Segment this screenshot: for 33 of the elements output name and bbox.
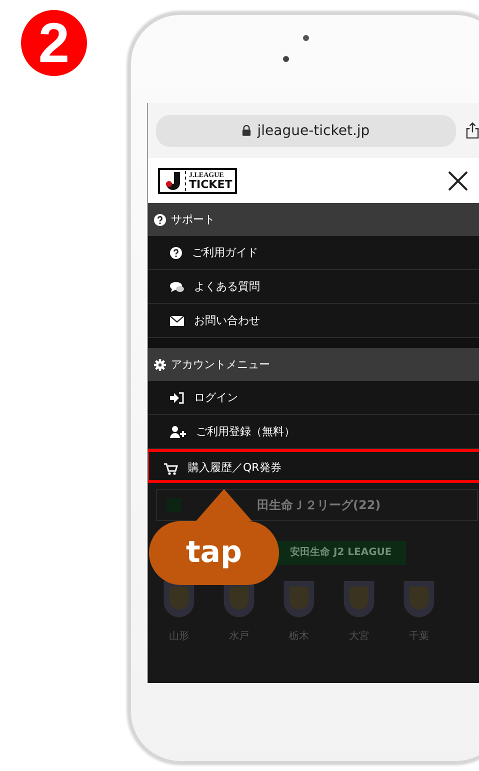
url-text: jleague-ticket.jp <box>257 122 370 138</box>
chat-icon <box>170 280 184 292</box>
logo-bottom-text: TICKET <box>189 178 232 190</box>
menu-item[interactable]: よくある質問 <box>148 270 479 304</box>
step-number-badge: 2 <box>21 10 87 76</box>
share-icon[interactable] <box>466 122 479 139</box>
question-icon <box>170 246 182 258</box>
lock-icon <box>242 125 252 136</box>
user-add-icon <box>170 426 186 438</box>
gear-icon <box>154 358 166 370</box>
league-name: 田生命Ｊ２リーグ(22) <box>257 496 381 514</box>
question-icon <box>154 214 166 226</box>
pointer-arrow-icon <box>196 489 252 521</box>
menu-item[interactable]: ご利用ガイド <box>148 236 479 270</box>
menu-item[interactable]: ご利用登録（無料） <box>148 415 479 449</box>
club-name: 大宮 <box>349 630 369 643</box>
menu-item[interactable]: お問い合わせ <box>148 304 479 338</box>
menu-item[interactable]: ログイン <box>148 381 479 415</box>
club-name: 千葉 <box>409 630 429 643</box>
address-bar[interactable]: jleague-ticket.jp <box>156 114 456 146</box>
club-name: 水戸 <box>229 630 249 643</box>
logo-mark-icon <box>163 170 183 190</box>
menu-section-header: アカウントメニュー <box>148 348 479 381</box>
camera-icon <box>303 35 309 41</box>
club-name: 山形 <box>169 630 189 643</box>
sensor-icon <box>283 56 289 62</box>
cart-icon <box>164 463 178 475</box>
login-icon <box>170 392 184 404</box>
menu-section-header: サポート <box>148 203 479 236</box>
close-icon[interactable] <box>448 170 468 190</box>
club-name: 栃木 <box>289 630 309 643</box>
mail-icon <box>170 316 184 326</box>
menu-item[interactable]: 購入履歴／QR発券 <box>148 449 479 483</box>
